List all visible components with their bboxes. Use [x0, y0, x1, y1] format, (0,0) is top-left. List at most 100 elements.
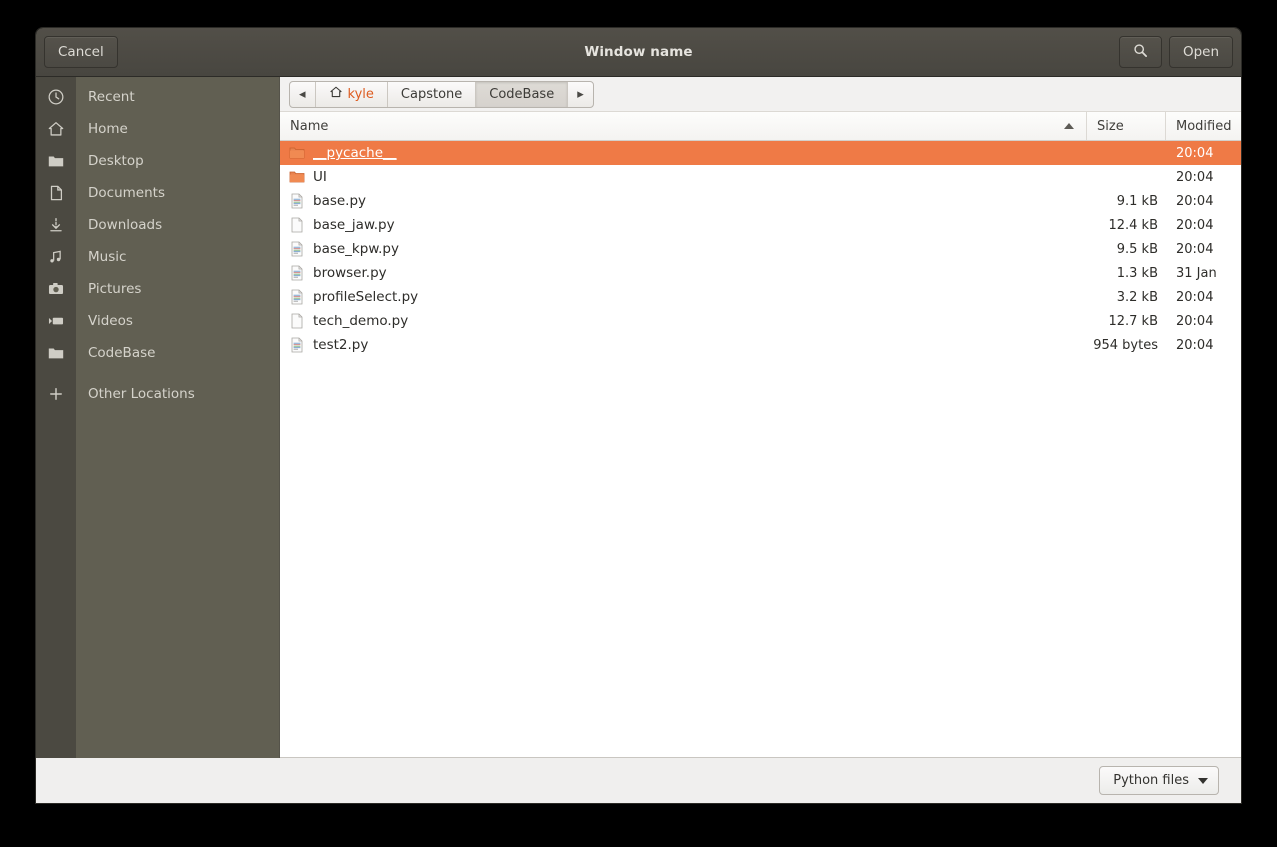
table-row[interactable]: base_kpw.py 9.5 kB 20:04	[280, 237, 1241, 261]
window-title: Window name	[584, 44, 693, 60]
video-icon	[36, 312, 76, 330]
file-name-cell: base_jaw.py	[280, 217, 1087, 233]
file-list-column-headers: Name Size Modified	[280, 112, 1241, 141]
sidebar-item-recent[interactable]: Recent	[36, 81, 279, 113]
dialog-footer: Python files	[36, 758, 1241, 803]
folder-icon	[36, 152, 76, 170]
file-chooser-dialog: Cancel Window name Open Recent Home Desk…	[36, 28, 1241, 803]
file-name: base_jaw.py	[313, 217, 395, 233]
file-name-cell: UI	[280, 169, 1087, 185]
column-header-modified[interactable]: Modified	[1166, 112, 1241, 140]
file-modified: 20:04	[1176, 289, 1214, 305]
sidebar-item-music[interactable]: Music	[36, 241, 279, 273]
file-type-filter-dropdown[interactable]: Python files	[1099, 766, 1219, 795]
file-name-cell: base_kpw.py	[280, 241, 1087, 257]
header-actions: Open	[1118, 36, 1233, 68]
column-header-modified-label: Modified	[1176, 118, 1232, 134]
file-name: __pycache__	[313, 145, 397, 161]
sidebar-item-videos[interactable]: Videos	[36, 305, 279, 337]
camera-icon	[36, 280, 76, 298]
file-name-cell: profileSelect.py	[280, 289, 1087, 305]
breadcrumb-forward-button[interactable]: ▸	[568, 82, 593, 107]
file-name: base_kpw.py	[313, 241, 399, 257]
table-row[interactable]: tech_demo.py 12.7 kB 20:04	[280, 309, 1241, 333]
sidebar-item-codebase[interactable]: CodeBase	[36, 337, 279, 369]
cancel-button-label: Cancel	[58, 44, 104, 60]
sidebar-item-label: Music	[88, 249, 127, 265]
sidebar-item-label: Documents	[88, 185, 165, 201]
file-modified: 20:04	[1176, 217, 1214, 233]
file-modified: 20:04	[1176, 193, 1214, 209]
file-name: profileSelect.py	[313, 289, 419, 305]
table-row[interactable]: browser.py 1.3 kB 31 Jan	[280, 261, 1241, 285]
sidebar-item-pictures[interactable]: Pictures	[36, 273, 279, 305]
sidebar-item-downloads[interactable]: Downloads	[36, 209, 279, 241]
blank-file-icon	[289, 217, 305, 233]
file-name: test2.py	[313, 337, 369, 353]
breadcrumb-label: CodeBase	[489, 86, 555, 102]
file-size: 954 bytes	[1093, 337, 1158, 353]
file-type-filter-label: Python files	[1113, 773, 1189, 788]
file-modified: 20:04	[1176, 145, 1214, 161]
folder-icon	[289, 169, 305, 185]
breadcrumb-item-kyle[interactable]: kyle	[316, 81, 388, 107]
column-header-name[interactable]: Name	[280, 112, 1087, 140]
clock-icon	[36, 88, 76, 106]
file-browser-pane: ◂ kyle Capstone CodeBase ▸ Name Size Mod…	[280, 77, 1241, 758]
open-button-label: Open	[1182, 44, 1219, 60]
table-row[interactable]: __pycache__ 20:04	[280, 141, 1241, 165]
sort-ascending-icon	[1064, 123, 1074, 129]
file-name-cell: base.py	[280, 193, 1087, 209]
text-file-icon	[289, 289, 305, 305]
cancel-button[interactable]: Cancel	[44, 36, 118, 68]
download-icon	[36, 216, 76, 234]
folder-icon	[36, 344, 76, 362]
text-file-icon	[289, 193, 305, 209]
file-name-cell: test2.py	[280, 337, 1087, 353]
breadcrumb: ◂ kyle Capstone CodeBase ▸	[289, 80, 594, 108]
sidebar-item-documents[interactable]: Documents	[36, 177, 279, 209]
sidebar-item-label: Home	[88, 121, 128, 137]
path-bar-row: ◂ kyle Capstone CodeBase ▸	[280, 77, 1241, 112]
sidebar-item-label: Videos	[88, 313, 133, 329]
breadcrumb-item-capstone[interactable]: Capstone	[388, 81, 477, 107]
text-file-icon	[289, 337, 305, 353]
music-icon	[36, 248, 76, 266]
table-row[interactable]: profileSelect.py 3.2 kB 20:04	[280, 285, 1241, 309]
file-modified: 20:04	[1176, 337, 1214, 353]
table-row[interactable]: UI 20:04	[280, 165, 1241, 189]
file-name-cell: browser.py	[280, 265, 1087, 281]
sidebar-divider-gap	[36, 369, 279, 378]
open-button[interactable]: Open	[1168, 36, 1233, 68]
file-name-cell: tech_demo.py	[280, 313, 1087, 329]
places-sidebar: Recent Home Desktop Documents Downloads …	[36, 77, 280, 758]
home-icon	[329, 85, 343, 103]
chevron-right-icon: ▸	[577, 86, 584, 102]
breadcrumb-back-button[interactable]: ◂	[290, 81, 316, 107]
table-row[interactable]: base.py 9.1 kB 20:04	[280, 189, 1241, 213]
column-header-size[interactable]: Size	[1087, 112, 1166, 140]
table-row[interactable]: test2.py 954 bytes 20:04	[280, 333, 1241, 357]
sidebar-item-desktop[interactable]: Desktop	[36, 145, 279, 177]
file-name: base.py	[313, 193, 367, 209]
search-button[interactable]	[1118, 36, 1162, 68]
text-file-icon	[289, 265, 305, 281]
file-size: 1.3 kB	[1116, 265, 1158, 281]
file-size: 12.7 kB	[1108, 313, 1158, 329]
dialog-body: Recent Home Desktop Documents Downloads …	[36, 77, 1241, 758]
file-modified: 20:04	[1176, 241, 1214, 257]
dialog-header-bar: Cancel Window name Open	[36, 28, 1241, 77]
sidebar-item-other-locations[interactable]: Other Locations	[36, 378, 279, 410]
file-modified: 20:04	[1176, 313, 1214, 329]
table-row[interactable]: base_jaw.py 12.4 kB 20:04	[280, 213, 1241, 237]
file-name: browser.py	[313, 265, 387, 281]
sidebar-item-label: Desktop	[88, 153, 144, 169]
chevron-left-icon: ◂	[299, 86, 306, 102]
file-size: 12.4 kB	[1108, 217, 1158, 233]
file-list[interactable]: __pycache__ 20:04 UI 20:04 base.py 9.1 k…	[280, 141, 1241, 758]
breadcrumb-item-codebase[interactable]: CodeBase	[476, 81, 569, 107]
document-icon	[36, 184, 76, 202]
sidebar-item-home[interactable]: Home	[36, 113, 279, 145]
file-modified: 31 Jan	[1176, 265, 1217, 281]
sidebar-item-label: Recent	[88, 89, 135, 105]
